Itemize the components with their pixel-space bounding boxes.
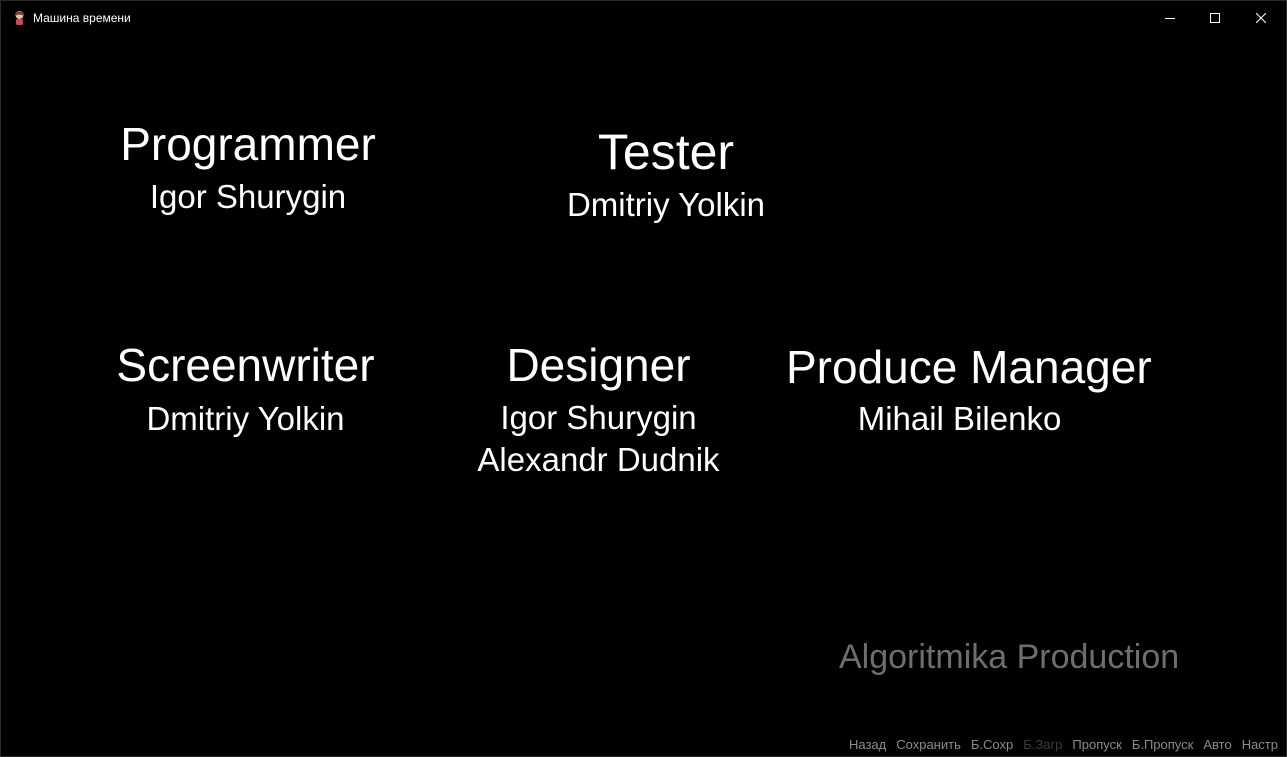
title-bar[interactable]: Машина времени [1, 1, 1286, 35]
credit-tester: Tester Dmitriy Yolkin [556, 127, 776, 221]
credit-name: Mihail Bilenko [857, 400, 1062, 437]
credit-role: Produce Manager [786, 341, 1152, 393]
credit-name: Dmitriy Yolkin [566, 186, 766, 223]
credit-name: Alexandr Dudnik [477, 441, 720, 478]
settings-button[interactable]: Настр [1242, 737, 1278, 752]
skip-button[interactable]: Пропуск [1072, 737, 1121, 752]
maximize-icon [1210, 13, 1220, 23]
studio-name: Algoritmika Production [839, 638, 1180, 676]
credit-role: Screenwriter [116, 339, 375, 391]
credit-role: Designer [506, 339, 691, 391]
game-window: Машина времени Programmer Igor Shurygin … [0, 0, 1287, 757]
credit-produce-manager: Produce Manager Mihail Bilenko [786, 341, 1152, 435]
quick-load-button[interactable]: Б.Загр [1023, 737, 1062, 752]
credit-role: Programmer [120, 118, 376, 170]
credit-role: Tester [597, 124, 735, 180]
maximize-button[interactable] [1192, 1, 1238, 35]
quick-save-button[interactable]: Б.Сохр [971, 737, 1013, 752]
save-button[interactable]: Сохранить [896, 737, 961, 752]
credit-designer: Designer Igor Shurygin Alexandr Dudnik [466, 342, 731, 476]
game-character-icon [15, 11, 24, 25]
credit-name: Igor Shurygin [149, 178, 347, 215]
quick-menu: Назад Сохранить Б.Сохр Б.Загр Пропуск Б.… [849, 737, 1278, 752]
back-button[interactable]: Назад [849, 737, 886, 752]
close-icon [1256, 13, 1266, 23]
close-button[interactable] [1238, 1, 1284, 35]
credit-name: Igor Shurygin [500, 399, 697, 436]
credit-name: Dmitriy Yolkin [146, 400, 345, 437]
auto-button[interactable]: Авто [1203, 737, 1231, 752]
credit-programmer: Programmer Igor Shurygin [113, 121, 383, 213]
fast-skip-button[interactable]: Б.Пропуск [1132, 737, 1194, 752]
minimize-button[interactable] [1147, 1, 1193, 35]
window-title: Машина времени [33, 11, 131, 25]
minimize-icon [1165, 18, 1175, 19]
credit-screenwriter: Screenwriter Dmitriy Yolkin [113, 342, 378, 435]
